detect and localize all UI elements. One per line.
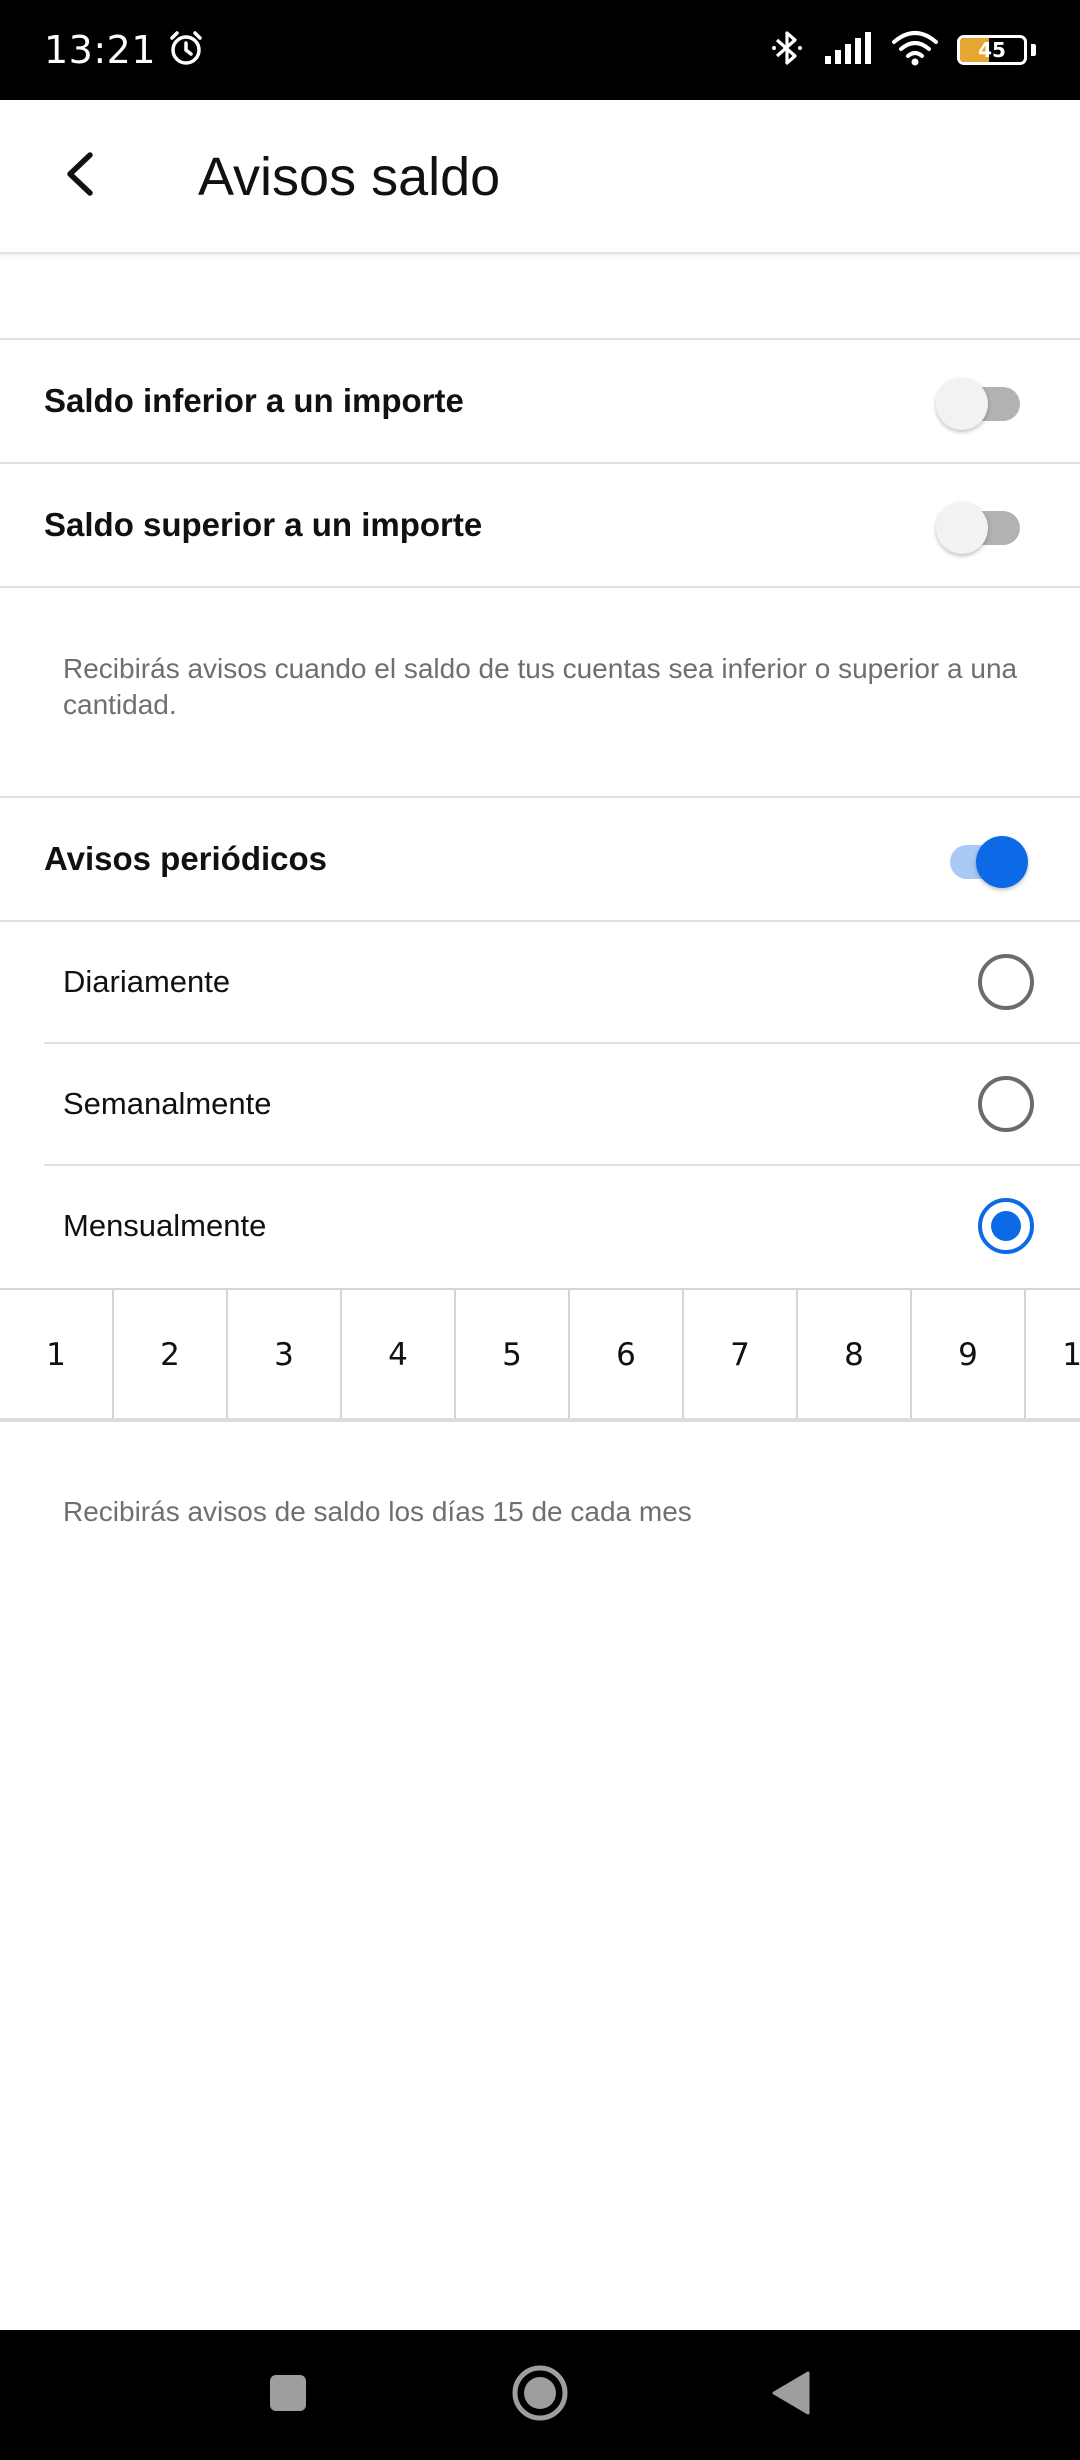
radio-row-weekly[interactable]: Semanalmente: [0, 1044, 1080, 1164]
navigation-bar: [0, 2330, 1080, 2460]
back-button[interactable]: [44, 140, 116, 212]
day-cell-2[interactable]: 2: [114, 1290, 228, 1418]
recents-square-icon: [266, 2371, 310, 2420]
back-triangle-icon: [768, 2369, 816, 2422]
toggle-label-above: Saldo superior a un importe: [44, 506, 483, 543]
toggle-row-below[interactable]: Saldo inferior a un importe: [0, 340, 1080, 462]
toggle-label-periodic: Avisos periódicos: [44, 840, 328, 877]
home-button[interactable]: [510, 2365, 570, 2425]
chevron-left-icon: [60, 149, 100, 204]
day-cell-7[interactable]: 7: [684, 1290, 798, 1418]
toggle-thumb: [976, 836, 1028, 888]
day-selector[interactable]: 12345678910: [0, 1288, 1080, 1422]
toggle-periodic[interactable]: [936, 829, 1028, 889]
radio-daily[interactable]: [978, 954, 1034, 1010]
toggle-thumb: [936, 378, 988, 430]
battery-tip: [1031, 44, 1036, 56]
radio-label-daily: Diariamente: [63, 964, 231, 999]
battery-icon: 45: [957, 35, 1027, 65]
toggle-row-periodic[interactable]: Avisos periódicos: [0, 798, 1080, 920]
day-cell-1[interactable]: 1: [0, 1290, 114, 1418]
toggle-label-below: Saldo inferior a un importe: [44, 382, 464, 419]
signal-icon: [823, 30, 873, 71]
toggle-row-above[interactable]: Saldo superior a un importe: [0, 464, 1080, 586]
status-bar: 13:21 45: [0, 0, 1080, 100]
toggle-above-amount[interactable]: [936, 495, 1026, 555]
status-left: 13:21: [44, 28, 206, 73]
radio-monthly[interactable]: [978, 1198, 1034, 1254]
radio-label-weekly: Semanalmente: [63, 1086, 272, 1121]
radio-label-monthly: Mensualmente: [63, 1208, 267, 1243]
toggle-below-amount[interactable]: [936, 371, 1026, 431]
radio-weekly[interactable]: [978, 1076, 1034, 1132]
alarm-icon: [166, 28, 206, 73]
recents-button[interactable]: [258, 2365, 318, 2425]
radio-row-monthly[interactable]: Mensualmente: [0, 1166, 1080, 1286]
day-cell-5[interactable]: 5: [456, 1290, 570, 1418]
wifi-icon: [891, 29, 939, 72]
battery-level: 45: [978, 38, 1006, 62]
app-bar: Avisos saldo: [0, 100, 1080, 254]
day-cell-8[interactable]: 8: [798, 1290, 912, 1418]
nav-back-button[interactable]: [762, 2365, 822, 2425]
home-circle-icon: [511, 2364, 569, 2427]
status-time: 13:21: [44, 28, 157, 72]
status-right: 45: [769, 28, 1036, 73]
divider: [0, 586, 1080, 588]
page-title: Avisos saldo: [198, 147, 501, 207]
toggle-thumb: [936, 502, 988, 554]
periodic-summary-text: Recibirás avisos de saldo los días 15 de…: [63, 1496, 692, 1527]
day-cell-6[interactable]: 6: [570, 1290, 684, 1418]
balance-helper-text: Recibirás avisos cuando el saldo de tus …: [63, 653, 1018, 720]
screen: 13:21 45 Avisos saldo Saldo inferior a u…: [0, 0, 1080, 2460]
day-cell-4[interactable]: 4: [342, 1290, 456, 1418]
day-cell-9[interactable]: 9: [912, 1290, 1026, 1418]
bluetooth-icon: [769, 28, 805, 73]
radio-row-daily[interactable]: Diariamente: [0, 922, 1080, 1042]
day-cell-3[interactable]: 3: [228, 1290, 342, 1418]
day-cell-10[interactable]: 10: [1026, 1290, 1080, 1418]
